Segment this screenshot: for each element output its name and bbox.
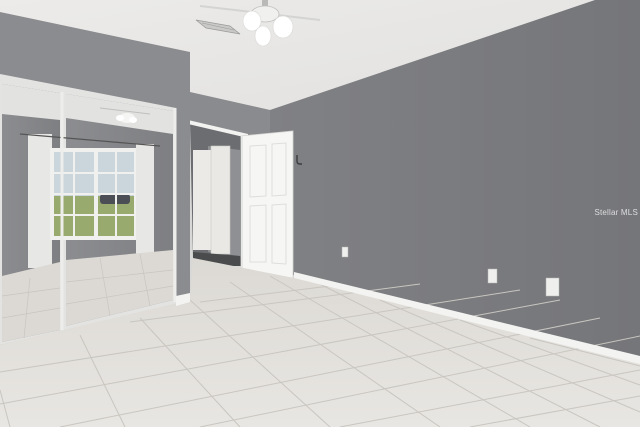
mirror-reflection-floor — [2, 262, 60, 342]
outlet-icon — [341, 246, 349, 258]
hallway-door — [193, 150, 213, 250]
reflected-curtain-left — [28, 134, 52, 268]
outlet-icon — [487, 268, 498, 284]
hallway-door-frame — [210, 145, 231, 255]
door-hinge-edge — [241, 136, 243, 272]
watermark-text: Stellar MLS — [594, 208, 638, 217]
reflected-curtain-right — [136, 144, 154, 254]
outlet-icon — [545, 277, 560, 297]
room-illustration — [0, 0, 640, 427]
room-photo: Stellar MLS — [0, 0, 640, 427]
